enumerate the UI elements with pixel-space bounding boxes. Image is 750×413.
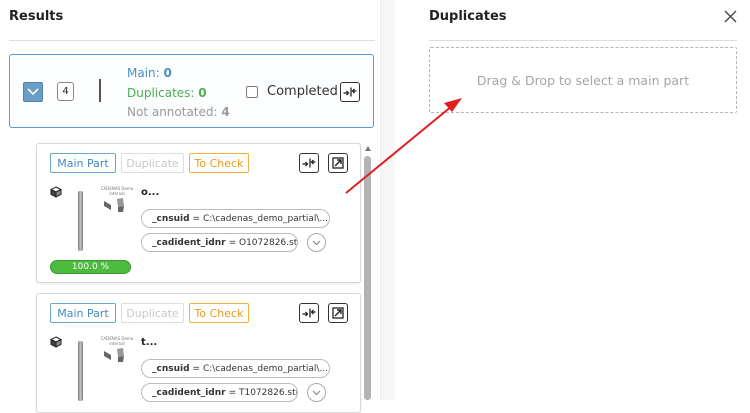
close-button[interactable]: [722, 8, 738, 24]
main-part-dropzone[interactable]: Drag & Drop to select a main part: [429, 47, 737, 113]
divider: [99, 79, 101, 102]
panel-splitter[interactable]: [380, 0, 395, 400]
duplicates-title: Duplicates: [429, 9, 507, 24]
annotation-stats: Main: 0 Duplicates: 0 Not annotated: 4: [127, 64, 230, 123]
merge-button[interactable]: [340, 82, 360, 102]
merge-arrows-icon: [343, 87, 357, 97]
attribute-key: _cadident_idnr: [152, 387, 226, 398]
checkbox[interactable]: [246, 85, 258, 98]
duplicates-value: 0: [198, 85, 207, 100]
collapse-button[interactable]: [23, 82, 43, 102]
attribute-key: _cadident_idnr: [152, 237, 226, 248]
thumbnail-label: CADENAS Demo internal: [100, 186, 134, 196]
open-external-icon: [332, 157, 344, 169]
part-thumbnail: [104, 198, 124, 212]
cube-icon: [50, 336, 62, 348]
completed-label: Completed: [267, 84, 338, 99]
results-summary: 4 Main: 0 Duplicates: 0 Not annotated: 4…: [9, 54, 374, 128]
main-value: 0: [163, 66, 172, 80]
scrollbar-thumb[interactable]: [364, 156, 371, 400]
part-name: t...: [141, 337, 158, 348]
main-part-tag[interactable]: Main Part: [50, 153, 116, 173]
expand-attributes-button[interactable]: [307, 233, 326, 252]
not-annotated-count: Not annotated: 4: [127, 103, 230, 123]
to-check-tag[interactable]: To Check: [189, 153, 249, 173]
close-icon: [724, 10, 736, 22]
divider: [9, 40, 375, 41]
attribute-cadident: _cadident_idnr = T1072826.stl: [141, 383, 298, 402]
duplicates-count: Duplicates: 0: [127, 84, 230, 104]
to-check-tag[interactable]: To Check: [189, 303, 249, 323]
open-external-icon: [332, 307, 344, 319]
chevron-down-icon: [312, 390, 321, 395]
part-thumbnail: [104, 348, 124, 362]
duplicate-tag[interactable]: Duplicate: [121, 153, 184, 173]
part-name: o...: [141, 187, 160, 198]
main-part-tag[interactable]: Main Part: [50, 303, 116, 323]
merge-button[interactable]: [299, 153, 319, 173]
scroll-up-arrow-icon[interactable]: [365, 146, 371, 151]
duplicates-panel: Duplicates Drag & Drop to select a main …: [410, 0, 750, 400]
attribute-key: _cnsuid: [152, 363, 190, 374]
results-panel: Results 4 Main: 0 Duplicates: 0 Not anno…: [0, 0, 395, 413]
divider: [429, 40, 737, 41]
attribute-cnsuid: _cnsuid = C:\cadenas_demo_partial\...: [141, 359, 330, 378]
attribute-value: = C:\cadenas_demo_partial\...: [192, 363, 329, 374]
merge-button[interactable]: [299, 303, 319, 323]
merge-arrows-icon: [302, 308, 316, 318]
result-count: 4: [57, 82, 74, 101]
main-label: Main:: [127, 66, 160, 80]
attribute-cadident: _cadident_idnr = O1072826.stl: [141, 233, 298, 252]
result-card[interactable]: Main Part Duplicate To Check CADENAS Dem…: [36, 293, 361, 413]
merge-arrows-icon: [302, 158, 316, 168]
expand-attributes-button[interactable]: [307, 383, 326, 402]
attribute-cnsuid: _cnsuid = C:\cadenas_demo_partial\...: [141, 209, 330, 228]
chevron-down-icon: [27, 88, 39, 96]
duplicate-tag[interactable]: Duplicate: [121, 303, 184, 323]
completed-checkbox[interactable]: Completed: [246, 84, 338, 99]
attribute-value: = O1072826.stl: [228, 237, 298, 248]
open-external-button[interactable]: [328, 153, 348, 173]
main-count: Main: 0: [127, 64, 230, 84]
dropzone-hint: Drag & Drop to select a main part: [476, 72, 690, 88]
result-card[interactable]: Main Part Duplicate To Check CADENAS Dem…: [36, 143, 361, 283]
attribute-key: _cnsuid: [152, 213, 190, 224]
results-title: Results: [9, 9, 64, 24]
open-external-button[interactable]: [328, 303, 348, 323]
similarity-score: 100.0 %: [50, 260, 131, 274]
attribute-value: = T1072826.stl: [228, 387, 298, 398]
part-preview: [78, 191, 83, 251]
duplicates-label: Duplicates:: [127, 85, 195, 100]
not-annotated-value: 4: [221, 105, 230, 119]
thumbnail-label: CADENAS Demo internal: [100, 336, 134, 346]
not-annotated-label: Not annotated:: [127, 105, 218, 119]
part-preview: [78, 341, 83, 401]
cube-icon: [50, 186, 62, 198]
chevron-down-icon: [312, 240, 321, 245]
attribute-value: = C:\cadenas_demo_partial\...: [192, 213, 329, 224]
